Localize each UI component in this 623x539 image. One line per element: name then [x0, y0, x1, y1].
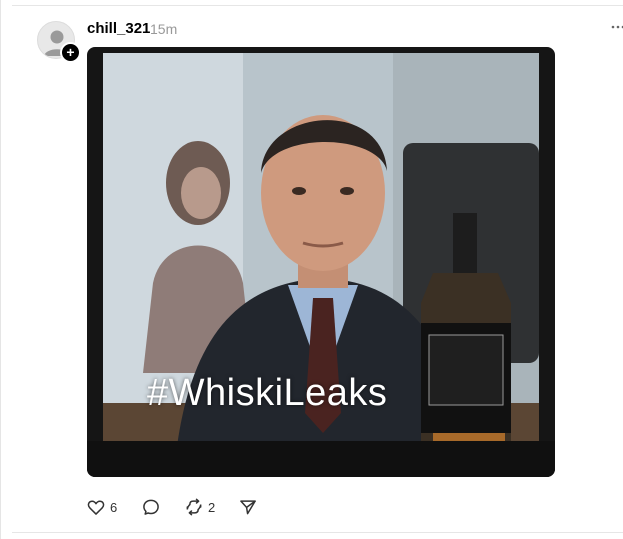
like-count: 6 — [110, 499, 118, 515]
post-divider-bottom — [12, 532, 623, 533]
image-bottom-bar — [87, 441, 555, 477]
post-username[interactable]: chill_321 — [87, 20, 150, 37]
repost-button[interactable]: 2 — [184, 495, 215, 519]
window-edge — [0, 0, 1, 539]
post-timestamp[interactable]: 15m — [150, 21, 177, 37]
repost-count: 2 — [208, 499, 216, 515]
reply-button[interactable] — [141, 495, 161, 519]
heart-icon — [87, 500, 105, 515]
comment-icon — [143, 499, 159, 515]
follow-plus-icon[interactable]: + — [60, 42, 81, 63]
send-icon — [240, 500, 256, 515]
post-image[interactable]: #WhiskiLeaks — [87, 47, 555, 477]
more-horizontal-icon[interactable] — [610, 19, 623, 35]
repost-icon — [186, 498, 202, 516]
share-button[interactable] — [238, 495, 258, 519]
like-button[interactable]: 6 — [86, 495, 117, 519]
post-divider-top — [12, 5, 623, 6]
image-overlay-text: #WhiskiLeaks — [147, 372, 388, 414]
